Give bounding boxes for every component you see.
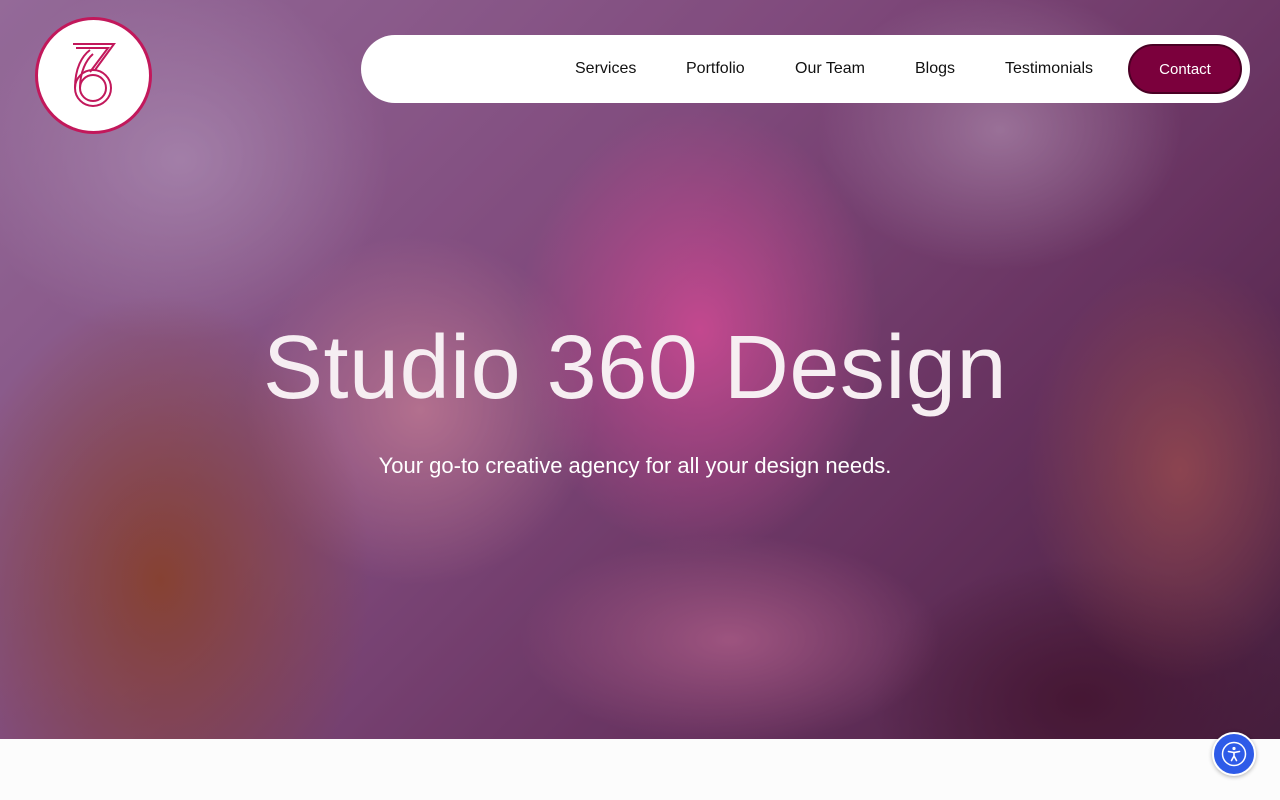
studio-360-logo[interactable]: [35, 17, 152, 134]
hero-title: Studio 360 Design: [262, 318, 1007, 418]
accessibility-icon: [1221, 741, 1247, 767]
contact-button[interactable]: Contact: [1128, 44, 1242, 94]
logo-360-icon: [72, 42, 116, 107]
nav-blogs-link[interactable]: Blogs: [915, 59, 955, 79]
next-section: [0, 739, 1280, 800]
nav-testimonials-link[interactable]: Testimonials: [1005, 59, 1093, 79]
accessibility-button[interactable]: [1212, 732, 1256, 776]
hero-subtitle: Your go-to creative agency for all your …: [378, 453, 892, 478]
main-navigation: Services Portfolio Our Team Blogs Testim…: [361, 35, 1250, 103]
nav-portfolio-link[interactable]: Portfolio: [686, 59, 745, 79]
nav-our-team-link[interactable]: Our Team: [795, 59, 865, 79]
hero-section: Services Portfolio Our Team Blogs Testim…: [0, 0, 1280, 739]
nav-services-link[interactable]: Services: [575, 59, 636, 79]
